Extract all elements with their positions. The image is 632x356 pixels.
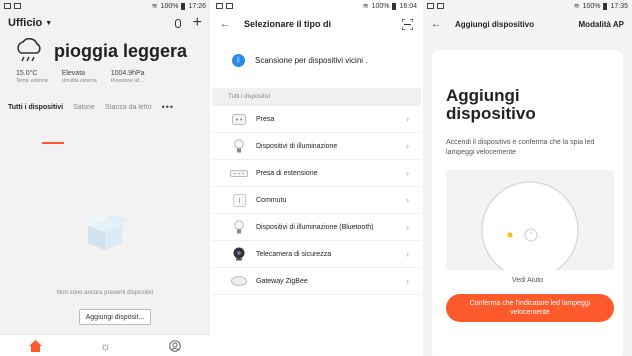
battery-icon	[603, 2, 608, 10]
camera-icon	[233, 247, 245, 261]
battery-level: 100%	[371, 2, 390, 10]
device-illustration	[446, 170, 614, 279]
status-bar: ≋ 100% 17:35	[423, 0, 632, 12]
bluetooth-icon: ᛒ	[232, 53, 245, 67]
bottom-navigation: ☼	[0, 334, 210, 356]
chevron-right-icon: ›	[406, 195, 409, 205]
add-device-panel: ≋ 100% 17:35 ← Aggiungi dispositivo Moda…	[423, 0, 632, 356]
empty-state-text: Non sono ancora presenti dispositivi	[56, 290, 154, 296]
device-list-empty: Non sono ancora presenti dispositivi Agg…	[0, 150, 210, 334]
clock: 17:35	[610, 2, 628, 10]
bulb-icon	[234, 138, 244, 152]
chevron-down-icon: ▼	[45, 19, 53, 27]
outdoor-humidity: Elevata Umidità esterna	[61, 70, 97, 84]
scan-qr-icon[interactable]	[402, 18, 413, 30]
device-type-label: Commutu	[256, 196, 287, 204]
clock: 17:26	[188, 2, 206, 10]
bluetooth-bulb-icon	[234, 219, 244, 233]
chevron-right-icon: ›	[406, 114, 409, 124]
gateway-icon	[231, 276, 247, 286]
home-screen-panel: ≋ 100% 17:26 Ufficio ▼ + pioggia leggera…	[0, 0, 210, 356]
back-arrow-icon[interactable]: ←	[220, 19, 230, 30]
instruction-text: Accendi il dispositivo e conferma che la…	[446, 139, 595, 156]
battery-level: 100%	[582, 2, 601, 10]
device-type-item-switch[interactable]: Commutu ›	[212, 187, 421, 214]
chevron-right-icon: ›	[406, 276, 409, 286]
device-type-label: Dispositivi di illuminazione	[256, 142, 338, 150]
battery-level: 100%	[160, 2, 179, 10]
tab-all-devices[interactable]: Tutti i dispositivi	[8, 104, 63, 111]
battery-icon	[392, 2, 397, 10]
device-type-label: Presa di estensione	[256, 169, 318, 177]
wifi-icon: ≋	[151, 3, 158, 10]
outdoor-temperature: 15.0°C Temp. esterna	[16, 70, 48, 84]
scan-nearby-button[interactable]: ᛒ Scansione per dispositivi vicini .	[212, 42, 421, 78]
wifi-icon: ≋	[362, 3, 369, 10]
device-type-item-security-camera[interactable]: Telecamera di sicurezza ›	[212, 241, 421, 268]
outdoor-pressure: 1004.9hPa Pressione all...	[110, 70, 145, 84]
section-header: Tutti i dispositivi	[212, 88, 421, 106]
device-type-label: Dispositivi di illuminazione (Bluetooth)	[256, 223, 374, 231]
scan-label: Scansione per dispositivi vicini .	[255, 55, 368, 65]
smart-scene-icon[interactable]: ☼	[100, 339, 111, 353]
clock: 16:04	[399, 2, 417, 10]
microphone-icon[interactable]	[174, 18, 181, 28]
room-tabs: Tutti i dispositivi Salone Stanza da let…	[0, 100, 210, 114]
device-type-label: Telecamera di sicurezza	[256, 250, 332, 258]
tab-living-room[interactable]: Salone	[73, 104, 95, 111]
instruction-card: Aggiungi dispositivo Accendi il disposit…	[432, 50, 623, 356]
back-arrow-icon[interactable]: ←	[431, 19, 441, 30]
add-icon[interactable]: +	[193, 15, 202, 31]
chevron-right-icon: ›	[406, 249, 409, 259]
battery-icon	[181, 2, 186, 10]
page-title: Aggiungi dispositivo	[455, 19, 535, 29]
blinking-led-device-icon	[481, 181, 579, 279]
status-bar: ≋ 100% 16:04	[212, 0, 421, 12]
device-type-item-bluetooth-lighting[interactable]: Dispositivi di illuminazione (Bluetooth)…	[212, 214, 421, 241]
chevron-right-icon: ›	[406, 222, 409, 232]
home-icon[interactable]	[29, 339, 42, 352]
device-type-item-plug[interactable]: Presa ›	[212, 106, 421, 133]
home-name: Ufficio	[8, 17, 43, 29]
rain-cloud-icon	[17, 38, 41, 62]
device-type-label: Presa	[256, 115, 275, 123]
add-device-button[interactable]: Aggiungi disposit...	[79, 309, 151, 325]
plug-icon	[232, 113, 246, 125]
help-link[interactable]: Vedi Aiuto	[432, 277, 623, 284]
chevron-right-icon: ›	[406, 141, 409, 151]
card-title: Aggiungi dispositivo	[446, 86, 536, 123]
device-type-item-power-strip[interactable]: Presa di estensione ›	[212, 160, 421, 187]
ap-mode-button[interactable]: Modalità AP	[579, 20, 624, 29]
device-type-label: Gateway ZigBee	[256, 277, 308, 285]
tab-bedroom[interactable]: Stanza da letto	[105, 104, 152, 111]
more-icon[interactable]: •••	[162, 102, 174, 112]
home-selector[interactable]: Ufficio ▼	[8, 17, 52, 29]
chevron-right-icon: ›	[406, 168, 409, 178]
power-strip-icon	[230, 169, 248, 177]
weather-stats: 15.0°C Temp. esterna Elevata Umidità est…	[0, 64, 210, 84]
wifi-icon: ≋	[573, 3, 580, 10]
weather-condition: pioggia leggera	[54, 40, 188, 61]
active-tab-indicator	[42, 142, 64, 144]
device-type-item-lighting[interactable]: Dispositivi di illuminazione ›	[212, 133, 421, 160]
profile-icon[interactable]	[169, 339, 181, 352]
switch-icon	[232, 193, 246, 207]
confirm-led-button[interactable]: Conferma che l'indicatore led lampeggi v…	[446, 294, 614, 322]
page-title: Selezionare il tipo di	[244, 19, 332, 29]
status-bar: ≋ 100% 17:26	[0, 0, 210, 12]
device-type-panel: ≋ 100% 16:04 ← Selezionare il tipo di ᛒ …	[212, 0, 421, 356]
empty-box-icon	[83, 214, 127, 250]
device-type-item-zigbee-gateway[interactable]: Gateway ZigBee ›	[212, 268, 421, 295]
